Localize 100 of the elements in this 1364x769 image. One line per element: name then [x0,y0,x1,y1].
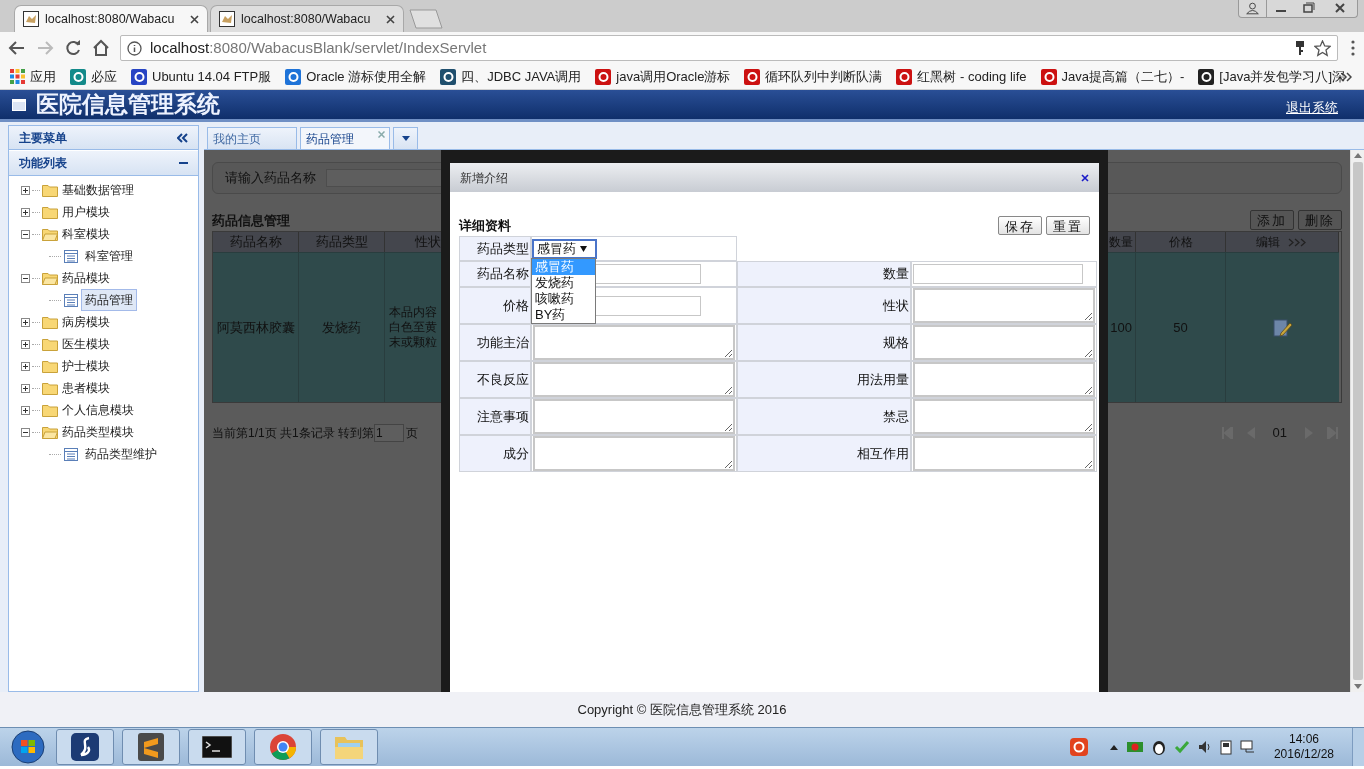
folder-icon [334,734,364,760]
caret-down-icon [401,136,410,141]
form-button[interactable]: 重置 [1046,216,1090,235]
bookmark-item[interactable]: 必应 [70,66,117,87]
expand-toggle-icon[interactable] [21,361,30,371]
field-label: 功能主治 [459,324,531,361]
tree-item[interactable]: 科室模块 [62,225,110,243]
tree-item[interactable]: 基础数据管理 [62,181,134,199]
tree-item[interactable]: 患者模块 [62,379,110,397]
folder-icon [42,337,58,351]
browser-tab[interactable]: localhost:8080/Wabacu [14,5,208,32]
cat-favicon-icon [219,11,235,27]
taskbar-button[interactable] [188,729,246,765]
edit-icon[interactable] [1272,317,1293,338]
dropdown-option[interactable]: BY药 [532,307,595,323]
collapse-toggle-icon[interactable] [21,427,30,437]
scroll-down-icon[interactable] [1353,684,1362,689]
expand-toggle-icon[interactable] [21,207,30,217]
bookmark-item[interactable]: 四、JDBC JAVA调用 [440,66,582,87]
folder-icon [42,403,58,417]
tree-item[interactable]: 用户模块 [62,203,110,221]
tree-item[interactable]: 药品管理 [81,289,137,311]
tree-item[interactable]: 科室管理 [81,245,137,267]
form-button[interactable]: 保存 [998,216,1042,235]
expand-toggle-icon[interactable] [21,317,30,327]
bookmark-item[interactable]: Oracle 游标使用全解 [285,66,427,87]
editor-app-icon [138,733,164,761]
scroll-up-icon[interactable] [1353,153,1362,158]
page-tab[interactable]: 我的主页 [207,127,297,149]
tree-item[interactable]: 个人信息模块 [62,401,134,419]
page-tab[interactable]: 药品管理 [300,127,390,149]
tree-item[interactable]: 药品类型模块 [62,423,134,441]
close-icon[interactable] [1081,173,1089,182]
current-page: 01 [1271,424,1288,442]
expand-toggle-icon[interactable] [21,383,30,393]
taskbar-button[interactable] [122,729,180,765]
info-icon[interactable] [127,40,142,56]
bookmark-item[interactable]: 循环队列中判断队满 [744,66,883,87]
column-header: 药品类型 [299,232,385,252]
dropdown-option[interactable]: 发烧药 [532,275,595,291]
scrollbar-thumb[interactable] [1352,162,1363,680]
favicon-icon [1198,68,1215,85]
bookmark-item[interactable]: Java提高篇（二七）- [1040,66,1185,87]
key-icon[interactable] [1294,40,1306,56]
section-title: 功能列表 [19,155,67,172]
section-title: 详细资料 [459,216,511,235]
collapse-toggle-icon[interactable] [21,273,30,283]
field-label: 价格 [459,287,531,324]
bookmark-item[interactable]: 红黑树 - coding life [896,66,1027,87]
scrollbar[interactable] [1350,150,1364,692]
close-icon[interactable] [386,14,395,24]
url-field[interactable]: localhost:8080/WabacusBlank/servlet/IndexServlet [120,35,1338,61]
column-header: 药品名称 [213,232,299,252]
close-icon[interactable] [190,14,199,24]
column-header: 价格 [1136,232,1226,252]
network-icon[interactable] [1239,740,1256,754]
collapse-toggle-icon[interactable] [21,229,30,239]
copyright-text: Copyright © 医院信息管理系统 2016 [577,700,787,719]
text-field[interactable] [913,264,1083,284]
tray-icon[interactable] [1125,739,1144,755]
bookmark-item[interactable]: Ubuntu 14.04 FTP服 [131,66,272,87]
clock-time: 14:06 [1288,732,1319,747]
expand-toggle-icon[interactable] [21,339,30,349]
bookmark-item[interactable]: 应用 [10,66,56,87]
pager-suffix: 页 [406,424,419,442]
speaker-icon[interactable] [1197,740,1212,754]
home-icon[interactable] [92,39,110,57]
open-folder-icon [42,425,58,439]
reload-icon[interactable] [64,39,82,57]
tab-menu-button[interactable] [393,127,418,149]
start-button[interactable] [8,729,48,765]
expand-toggle-icon[interactable] [21,185,30,195]
taskbar-button[interactable] [56,729,114,765]
check-shield-icon[interactable] [1173,739,1190,755]
collapse-icon[interactable] [177,132,188,143]
caret-up-icon[interactable] [1109,744,1118,750]
folder-icon [42,205,58,219]
logout-link[interactable]: 退出系统 [1286,97,1338,118]
back-arrow-icon[interactable] [8,39,26,57]
tree-item[interactable]: 护士模块 [62,357,110,375]
tree-item[interactable]: 医生模块 [62,335,110,353]
input-method-icon[interactable] [1069,738,1088,756]
tree-item[interactable]: 病房模块 [62,313,110,331]
tree-item[interactable]: 药品类型维护 [81,443,161,465]
penguin-icon[interactable] [1151,739,1166,755]
field-label: 药品类型 [459,236,531,261]
bookmark-item[interactable]: java调用Oracle游标 [595,66,731,87]
tab-title: localhost:8080/Wabacu [241,10,372,28]
dropdown-option[interactable]: 咳嗽药 [532,291,595,307]
expand-toggle-icon[interactable] [21,405,30,415]
tree-item[interactable]: 药品模块 [62,269,110,287]
star-icon[interactable] [1314,39,1331,57]
panel-title: 主要菜单 [19,129,67,147]
bookmark-item[interactable]: [Java并发包学习八]深 [1198,66,1345,87]
menu-icon[interactable] [1350,40,1356,56]
terminal-icon [202,736,232,758]
minus-icon[interactable] [179,161,188,165]
browser-tab[interactable]: localhost:8080/Wabacu [210,5,404,32]
clock-date: 2016/12/28 [1273,747,1334,762]
device-icon[interactable] [1219,739,1232,755]
